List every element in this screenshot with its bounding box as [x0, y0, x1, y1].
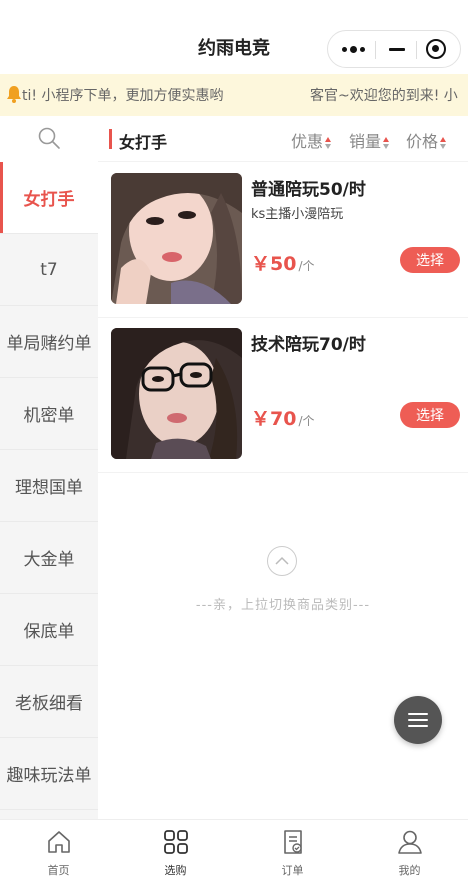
- sort-arrows-icon: [440, 136, 447, 150]
- sort-discount-button[interactable]: 优惠: [291, 128, 332, 152]
- grid-icon: [163, 830, 188, 854]
- close-miniprogram-button[interactable]: [426, 39, 446, 59]
- sort-sales-label: 销量: [349, 132, 382, 151]
- sort-discount-label: 优惠: [291, 132, 324, 151]
- sidebar-item-label: 保底单: [23, 622, 75, 642]
- notice-text-2: 客官~欢迎您的到来! 小: [310, 88, 458, 104]
- sidebar-item-label: 老板细看: [15, 694, 83, 714]
- category-sidebar: 女打手 t7 单局赌约单 机密单 理想国单 大金单 保底单 老板细看 趣味玩法单: [0, 116, 98, 819]
- sort-sales-button[interactable]: 销量: [349, 128, 390, 152]
- tab-label: 首页: [47, 864, 70, 877]
- product-title: 普通陪玩50/时: [251, 180, 366, 200]
- sidebar-item-fun[interactable]: 趣味玩法单: [0, 738, 98, 810]
- sort-price-label: 价格: [406, 132, 439, 151]
- tab-orders[interactable]: 订单: [234, 820, 351, 881]
- product-card[interactable]: 技术陪玩70/时 ￥70/个 选择: [98, 318, 468, 473]
- tab-shop[interactable]: 选购: [117, 820, 234, 881]
- product-title: 技术陪玩70/时: [251, 335, 366, 355]
- tab-label: 选购: [164, 864, 187, 877]
- price-value: ￥50: [251, 253, 297, 275]
- sort-arrows-icon: [383, 136, 390, 150]
- tab-label: 订单: [281, 864, 304, 877]
- product-price: ￥50/个: [251, 249, 315, 276]
- sort-price-button[interactable]: 价格: [406, 128, 447, 152]
- order-icon: [283, 830, 302, 854]
- sidebar-item-big-gold[interactable]: 大金单: [0, 522, 98, 594]
- sidebar-item-ideal[interactable]: 理想国单: [0, 450, 98, 522]
- pull-up-hint: ---亲，上拉切换商品类别---: [195, 598, 371, 613]
- category-title: 女打手: [119, 133, 168, 152]
- sidebar-search[interactable]: [0, 116, 98, 162]
- sidebar-item-label: 机密单: [23, 406, 75, 426]
- sidebar-item-label: 理想国单: [15, 478, 83, 498]
- sidebar-item-single-bet[interactable]: 单局赌约单: [0, 306, 98, 378]
- sidebar-item-label: 女打手: [23, 190, 75, 210]
- bell-icon: [7, 86, 21, 103]
- price-unit: /个: [298, 414, 315, 428]
- sort-bar: 女打手 优惠 销量 价格: [98, 116, 468, 162]
- sort-arrows-icon: [325, 136, 332, 150]
- select-button[interactable]: 选择: [400, 247, 460, 273]
- notice-bar: ti! 小程序下单，更加方便实惠哟 客官~欢迎您的到来! 小: [0, 74, 468, 116]
- product-subtitle: ks主播小漫陪玩: [251, 207, 344, 222]
- notice-text-1: ti! 小程序下单，更加方便实惠哟: [22, 88, 224, 104]
- product-image[interactable]: [111, 173, 242, 304]
- navbar: 约雨电竞: [0, 0, 468, 74]
- miniprogram-capsule: [327, 30, 461, 68]
- sidebar-item-female-player[interactable]: 女打手: [0, 162, 98, 234]
- sidebar-item-boss-note[interactable]: 老板细看: [0, 666, 98, 738]
- menu-fab-button[interactable]: [394, 696, 442, 744]
- tab-home[interactable]: 首页: [0, 820, 117, 881]
- price-unit: /个: [298, 259, 315, 273]
- pull-up-icon: [267, 546, 297, 576]
- sidebar-item-label: 单局赌约单: [6, 334, 92, 354]
- sidebar-item-t7[interactable]: t7: [0, 234, 98, 306]
- tab-profile[interactable]: 我的: [351, 820, 468, 881]
- category-marker: [109, 129, 112, 149]
- product-price: ￥70/个: [251, 404, 315, 431]
- sidebar-item-label: 趣味玩法单: [6, 766, 92, 786]
- sidebar-item-guarantee[interactable]: 保底单: [0, 594, 98, 666]
- sidebar-item-secret[interactable]: 机密单: [0, 378, 98, 450]
- select-button[interactable]: 选择: [400, 402, 460, 428]
- minimize-button[interactable]: [389, 48, 405, 51]
- product-card[interactable]: 普通陪玩50/时 ks主播小漫陪玩 ￥50/个 选择: [98, 163, 468, 318]
- home-icon: [47, 831, 70, 853]
- tab-label: 我的: [398, 864, 421, 877]
- bottom-tab-bar: 首页 选购 订单 我的: [0, 819, 468, 881]
- more-button[interactable]: [342, 41, 370, 57]
- search-icon: [38, 127, 60, 149]
- product-image[interactable]: [111, 328, 242, 459]
- user-icon: [397, 830, 422, 854]
- sidebar-item-label: t7: [40, 259, 58, 280]
- sidebar-item-label: 大金单: [23, 550, 75, 570]
- price-value: ￥70: [251, 408, 297, 430]
